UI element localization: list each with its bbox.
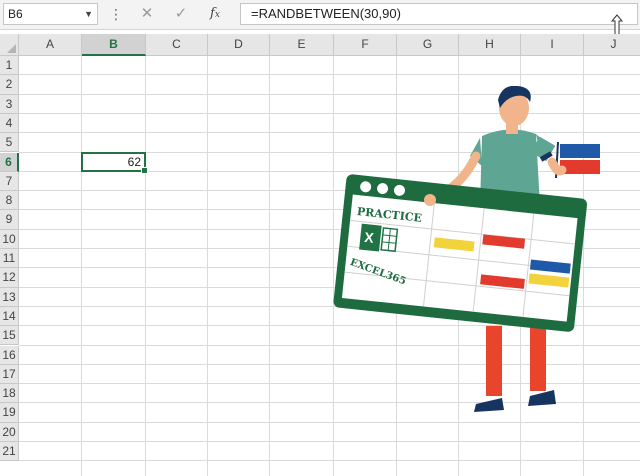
row-header-4[interactable]: 4 — [0, 113, 19, 134]
person-leg-right — [530, 326, 546, 391]
row-header-13[interactable]: 13 — [0, 287, 19, 307]
fill-handle[interactable] — [141, 166, 148, 174]
column-header-e[interactable]: E — [270, 34, 334, 56]
person-shoe-left — [474, 398, 504, 412]
row-header-15[interactable]: 15 — [0, 326, 19, 346]
row-header-5[interactable]: 5 — [0, 133, 19, 153]
column-header-a[interactable]: A — [19, 34, 82, 56]
row-header-14[interactable]: 14 — [0, 306, 19, 327]
fx-icon[interactable]: fx — [200, 3, 230, 25]
spreadsheet-board: PRACTICE X EXCEL365 — [333, 174, 588, 332]
row-header-2[interactable]: 2 — [0, 75, 19, 95]
column-header-j[interactable]: J — [584, 34, 640, 56]
name-box[interactable]: B6 ▼ — [3, 3, 98, 25]
column-header-d[interactable]: D — [208, 34, 270, 56]
person-shoe-right — [528, 390, 556, 406]
flag-blue-stripe — [560, 144, 600, 158]
cell-b6[interactable]: 62 — [81, 151, 148, 174]
row-header-12[interactable]: 12 — [0, 268, 19, 288]
row-header-10[interactable]: 10 — [0, 229, 19, 249]
row-header-8[interactable]: 8 — [0, 191, 19, 211]
formula-bar: B6 ▼ ⋮ ✕ ✓ fx =RANDBETWEEN(30,90) — [0, 0, 640, 30]
person-leg-left — [486, 326, 502, 396]
close-icon[interactable]: ✕ — [132, 3, 162, 25]
row-header-19[interactable]: 19 — [0, 403, 19, 423]
cell-value: 62 — [127, 154, 141, 169]
select-all-corner[interactable] — [0, 34, 19, 56]
formula-input[interactable]: =RANDBETWEEN(30,90) — [240, 3, 638, 25]
checkmark-icon[interactable]: ✓ — [166, 3, 196, 25]
row-header-16[interactable]: 16 — [0, 345, 19, 365]
row-header-7[interactable]: 7 — [0, 171, 19, 192]
row-header-6[interactable]: 6 — [0, 152, 19, 172]
row-header-18[interactable]: 18 — [0, 384, 19, 404]
row-header-17[interactable]: 17 — [0, 364, 19, 385]
row-header-3[interactable]: 3 — [0, 94, 19, 114]
column-header-i[interactable]: I — [521, 34, 584, 56]
column-header-b[interactable]: B — [82, 34, 146, 56]
column-header-c[interactable]: C — [146, 34, 208, 56]
column-header-g[interactable]: G — [397, 34, 459, 56]
row-header-1[interactable]: 1 — [0, 56, 19, 76]
row-header-11[interactable]: 11 — [0, 249, 19, 269]
chevron-down-icon[interactable]: ▼ — [84, 4, 93, 24]
practice-excel-illustration: PRACTICE X EXCEL365 — [333, 86, 600, 412]
row-header-9[interactable]: 9 — [0, 210, 19, 230]
row-header-20[interactable]: 20 — [0, 422, 19, 442]
name-box-value: B6 — [8, 7, 23, 21]
more-vert-icon[interactable]: ⋮ — [109, 4, 123, 24]
row-header-21[interactable]: 21 — [0, 442, 19, 462]
column-header-h[interactable]: H — [459, 34, 521, 56]
column-header-f[interactable]: F — [334, 34, 397, 56]
